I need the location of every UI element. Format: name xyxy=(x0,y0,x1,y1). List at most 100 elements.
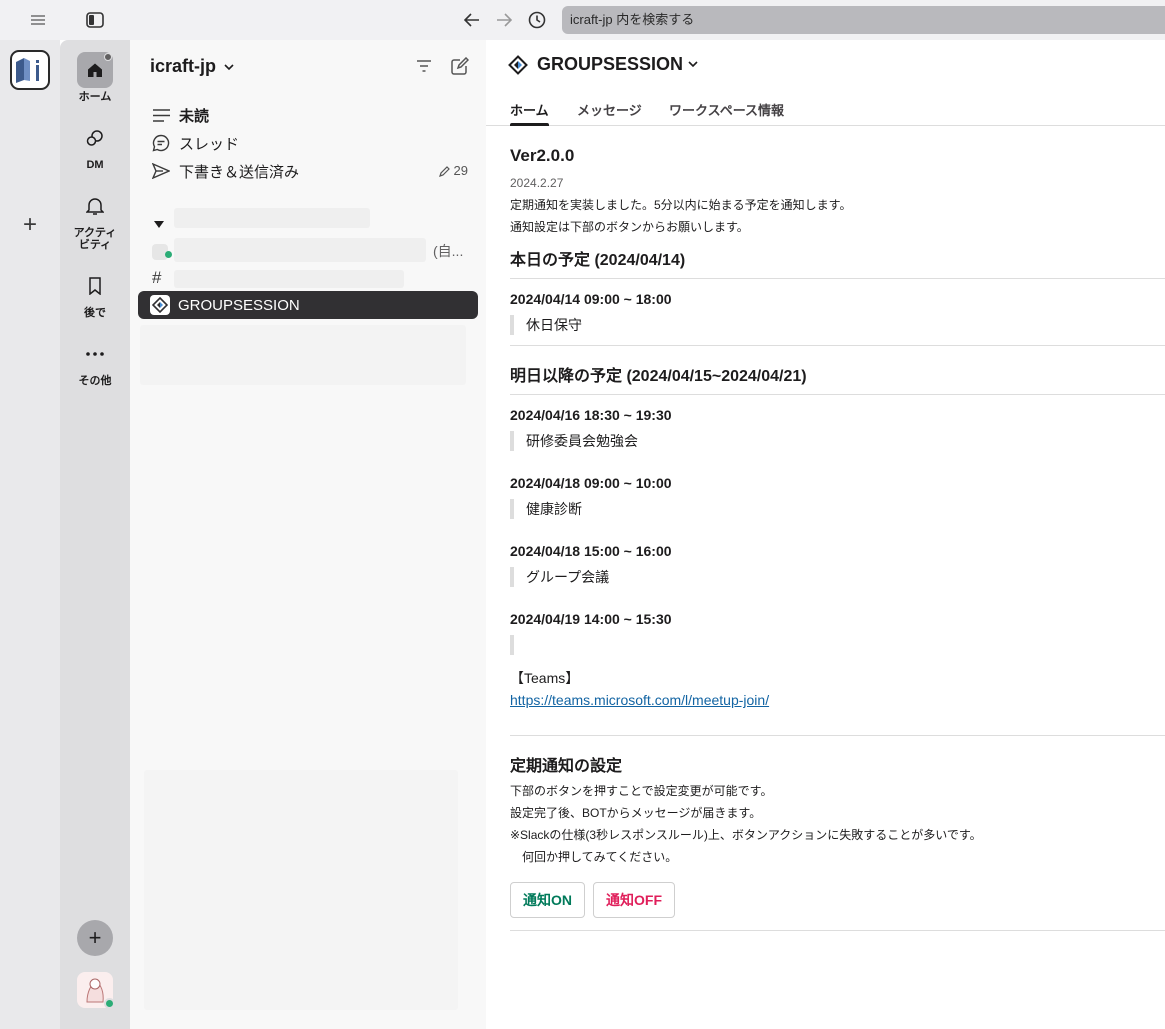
version-heading: Ver2.0.0 xyxy=(510,146,575,165)
settings-heading: 定期通知の設定 xyxy=(510,758,623,775)
groupsession-app-icon xyxy=(508,54,528,75)
workspace-name-button[interactable]: icraft-jp xyxy=(150,56,234,77)
notification-buttons: 通知ON 通知OFF xyxy=(510,882,1165,918)
nav-activity[interactable]: アクティビティ xyxy=(60,188,130,251)
event-time: 2024/04/14 09:00 ~ 18:00 xyxy=(510,291,672,307)
divider xyxy=(510,930,1165,931)
history-clock-icon[interactable] xyxy=(525,8,549,32)
workspace-icon[interactable] xyxy=(10,50,50,90)
active-tab-indicator xyxy=(510,123,549,126)
tab-messages[interactable]: メッセージ xyxy=(577,100,642,119)
send-icon xyxy=(150,160,172,182)
dm-self-suffix: (自... xyxy=(433,243,464,259)
sidebar-item-label: 未読 xyxy=(179,107,210,125)
dm-icon xyxy=(77,120,113,156)
nav-more-label: その他 xyxy=(78,375,112,387)
nav-column: ホーム DM アクティビティ 後で その他 + xyxy=(60,40,130,1029)
create-plus-button[interactable]: + xyxy=(77,920,113,956)
tab-workspace-info[interactable]: ワークスペース情報 xyxy=(669,100,784,119)
divider xyxy=(510,735,1165,736)
teams-label: 【Teams】 xyxy=(510,670,580,686)
channel-tabs: ホーム メッセージ ワークスペース情報 xyxy=(486,90,1165,126)
event-title: 研修委員会勉強会 xyxy=(510,431,1165,451)
chevron-down-icon xyxy=(688,61,698,68)
chevron-down-icon xyxy=(224,64,234,70)
draft-count-badge: 29 xyxy=(438,163,468,178)
event-time: 2024/04/19 14:00 ~ 15:30 xyxy=(510,611,672,627)
title-bar: icraft-jp 内を検索する xyxy=(0,0,1165,40)
redacted-area xyxy=(144,770,458,1010)
bookmark-icon xyxy=(77,268,113,304)
add-workspace-icon[interactable]: + xyxy=(18,213,42,237)
teams-meeting-link[interactable]: https://teams.microsoft.com/l/meetup-joi… xyxy=(510,689,1165,711)
unread-lines-icon xyxy=(150,104,172,126)
sidebar-item-label: 下書き＆送信済み xyxy=(179,163,300,181)
event-title: 健康診断 xyxy=(510,499,1165,519)
future-heading: 明日以降の予定 (2024/04/15~2024/04/21) xyxy=(510,364,1165,395)
future-event: 2024/04/18 15:00 ~ 16:00 グループ会議 xyxy=(510,541,1165,587)
sidebar-toggle-icon[interactable] xyxy=(83,8,107,32)
tab-home[interactable]: ホーム xyxy=(510,100,549,119)
settings-line: 何回か押してみてください。 xyxy=(510,850,678,864)
app-home-content: Ver2.0.0 2024.2.27 定期通知を実装しました。5分以内に始まる予… xyxy=(510,146,1165,931)
event-title xyxy=(510,635,1165,655)
more-dots-icon xyxy=(77,336,113,372)
sidebar-item-threads[interactable]: スレッド xyxy=(150,132,239,154)
forward-arrow-icon[interactable] xyxy=(492,8,516,32)
redacted-section-name xyxy=(174,208,370,228)
groupsession-app-icon xyxy=(150,295,170,315)
channel-hash-icon[interactable]: # xyxy=(152,268,161,288)
settings-line: 下部のボタンを押すことで設定変更が可能です。 xyxy=(510,784,773,798)
threads-icon xyxy=(150,132,172,154)
event-title: 休日保守 xyxy=(510,315,1165,335)
event-time: 2024/04/18 09:00 ~ 10:00 xyxy=(510,475,672,491)
future-event: 2024/04/19 14:00 ~ 15:30 【Teams】 https:/… xyxy=(510,609,1165,711)
search-input[interactable]: icraft-jp 内を検索する xyxy=(562,6,1165,34)
nav-more[interactable]: その他 xyxy=(60,336,130,387)
redacted-dm-name[interactable] xyxy=(174,238,426,262)
redacted-channel-name xyxy=(174,270,404,288)
release-line: 定期通知を実装しました。5分以内に始まる予定を通知します。 xyxy=(510,198,852,212)
event-time: 2024/04/16 18:30 ~ 19:30 xyxy=(510,407,672,423)
nav-dm-label: DM xyxy=(86,159,104,171)
back-arrow-icon[interactable] xyxy=(460,8,484,32)
nav-later[interactable]: 後で xyxy=(60,268,130,319)
home-icon xyxy=(77,52,113,88)
workspace-name: icraft-jp xyxy=(150,56,217,76)
channel-title: GROUPSESSION xyxy=(537,54,684,74)
sidebar-item-drafts-sent[interactable]: 下書き＆送信済み xyxy=(150,160,299,182)
presence-online-dot xyxy=(104,998,115,1009)
future-event: 2024/04/16 18:30 ~ 19:30 研修委員会勉強会 xyxy=(510,405,1165,451)
channel-main: GROUPSESSION ホーム メッセージ ワークスペース情報 Ver2.0.… xyxy=(486,40,1165,1029)
settings-line: ※Slackの仕様(3秒レスポンスルール)上、ボタンアクションに失敗することが多… xyxy=(510,828,982,842)
section-collapse-caret-icon[interactable] xyxy=(154,215,164,233)
draft-count: 29 xyxy=(453,163,468,178)
channel-sidebar: icraft-jp 未読 スレッド 下書き＆送信済み 29 (自... # GR… xyxy=(130,40,486,1029)
nav-home-label: ホーム xyxy=(78,91,112,103)
presence-online-dot xyxy=(165,251,172,258)
nav-later-label: 後で xyxy=(84,307,106,319)
sidebar-item-groupsession[interactable]: GROUPSESSION xyxy=(138,291,478,319)
compose-icon[interactable] xyxy=(448,54,472,78)
filter-icon[interactable] xyxy=(412,54,436,78)
release-line: 通知設定は下部のボタンからお願いします。 xyxy=(510,220,749,234)
nav-dm[interactable]: DM xyxy=(60,120,130,171)
channel-title-button[interactable]: GROUPSESSION xyxy=(508,54,698,75)
channel-name: GROUPSESSION xyxy=(178,296,300,314)
nav-activity-label: アクティビティ xyxy=(73,227,117,251)
menu-icon[interactable] xyxy=(26,8,50,32)
future-event: 2024/04/18 09:00 ~ 10:00 健康診断 xyxy=(510,473,1165,519)
today-event: 2024/04/14 09:00 ~ 18:00 休日保守 xyxy=(510,289,1165,346)
today-heading: 本日の予定 (2024/04/14) xyxy=(510,248,1165,279)
pencil-icon xyxy=(438,165,450,177)
home-notification-dot xyxy=(104,53,112,61)
nav-home[interactable]: ホーム xyxy=(60,52,130,103)
workspace-rail: + xyxy=(0,40,60,1029)
notify-off-button[interactable]: 通知OFF xyxy=(593,882,675,918)
release-date: 2024.2.27 xyxy=(510,176,564,190)
sidebar-item-unread[interactable]: 未読 xyxy=(150,104,209,126)
redacted-area xyxy=(140,325,466,385)
notify-on-button[interactable]: 通知ON xyxy=(510,882,585,918)
settings-line: 設定完了後、BOTからメッセージが届きます。 xyxy=(510,806,762,820)
event-time: 2024/04/18 15:00 ~ 16:00 xyxy=(510,543,672,559)
